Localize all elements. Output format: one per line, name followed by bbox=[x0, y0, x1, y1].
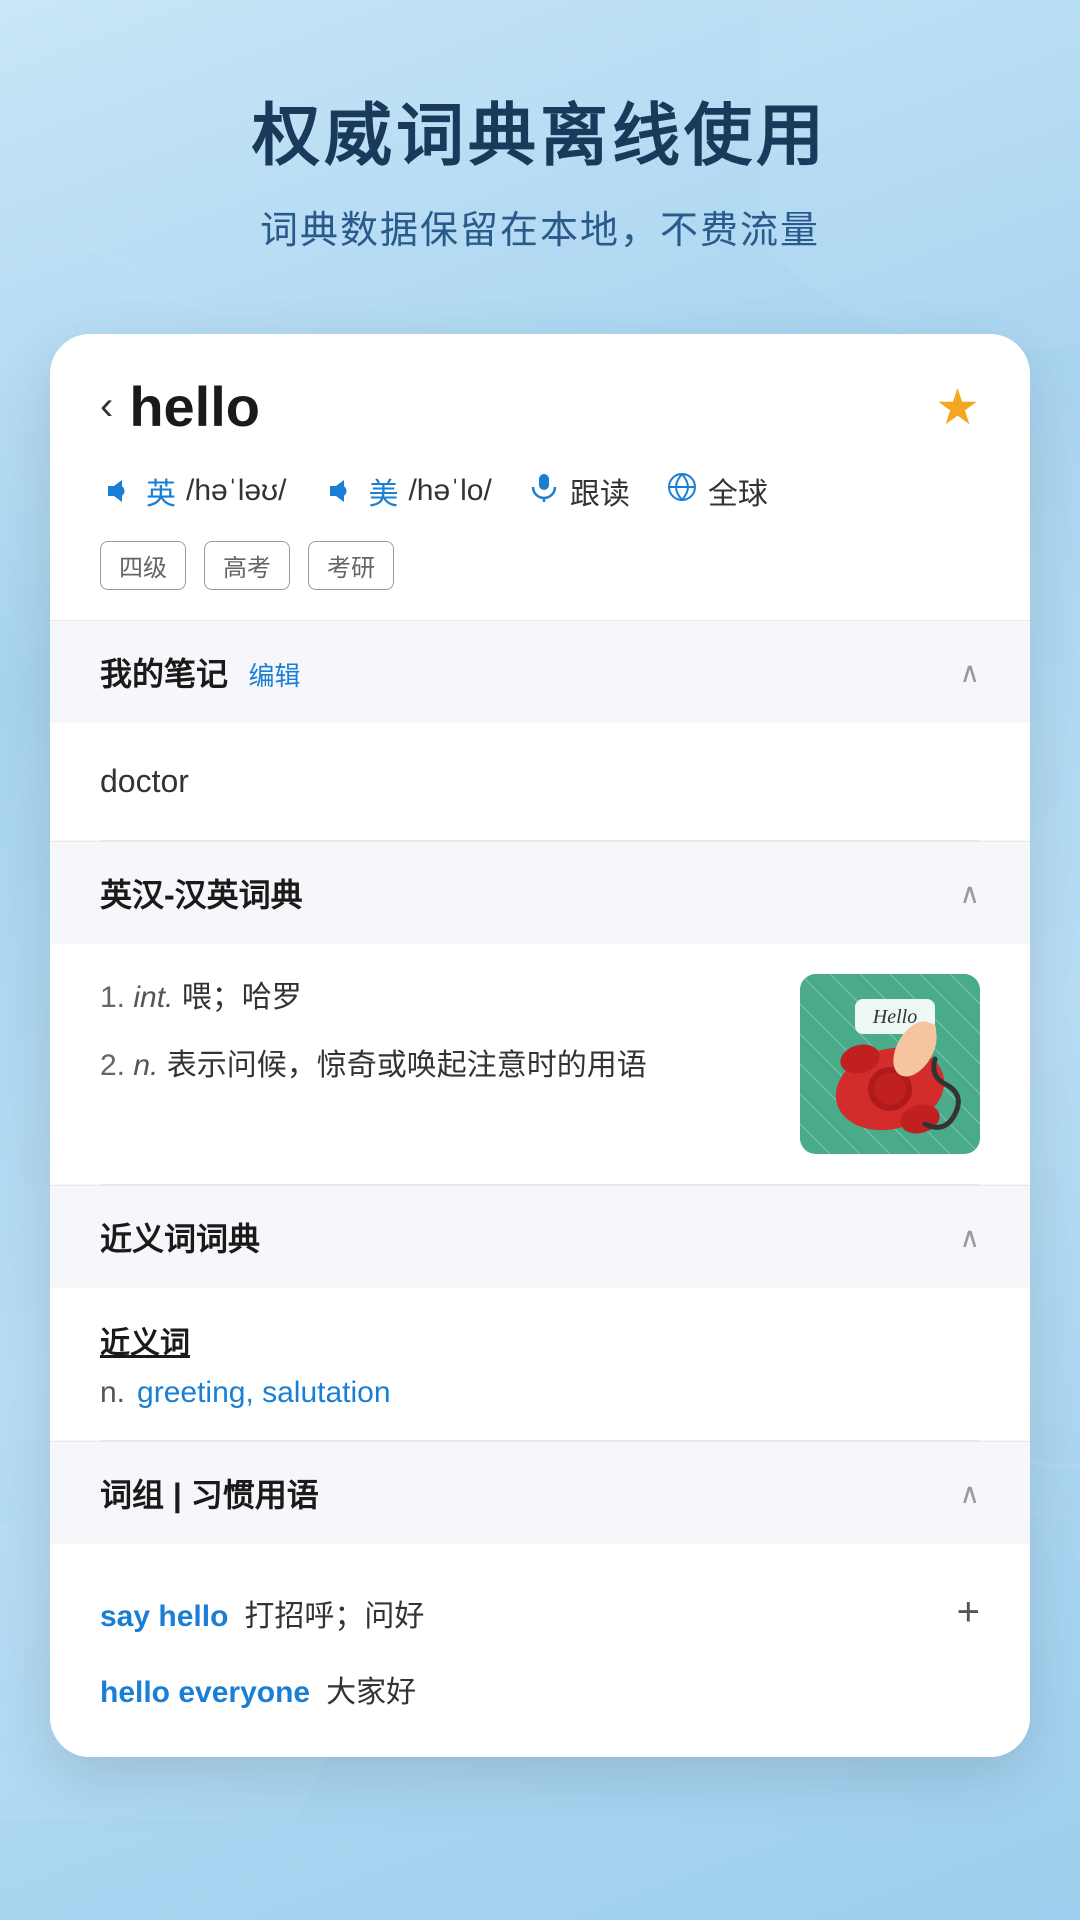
british-label: 英 bbox=[146, 469, 176, 513]
dictionary-image: Hello bbox=[800, 974, 980, 1154]
phrase-add-button-1[interactable]: + bbox=[957, 1590, 980, 1635]
notes-header-left: 我的笔记 编辑 bbox=[100, 649, 300, 695]
synonyms-title: 近义词词典 bbox=[100, 1214, 260, 1260]
notes-section-header[interactable]: 我的笔记 编辑 ∧ bbox=[50, 620, 1030, 723]
tags-row: 四级 高考 考研 bbox=[100, 541, 980, 590]
phrase-left-2: hello everyone 大家好 bbox=[100, 1667, 980, 1711]
synonyms-content: 近义词 n. greeting, salutation bbox=[50, 1288, 1030, 1440]
phrase-en-1[interactable]: say hello bbox=[100, 1600, 228, 1634]
dict-item-1: 1. int. 喂；哈罗 bbox=[100, 974, 770, 1022]
american-pronunciation[interactable]: 美 /həˈlo/ bbox=[322, 469, 491, 513]
header-section: 权威词典离线使用 词典数据保留在本地，不费流量 bbox=[0, 0, 1080, 314]
word-header: ‹ hello ★ 英 /həˈləʊ/ bbox=[50, 334, 1030, 620]
american-label: 美 bbox=[368, 469, 398, 513]
dictionary-title: 英汉-汉英词典 bbox=[100, 870, 303, 916]
phrase-cn-2: 大家好 bbox=[326, 1667, 416, 1711]
british-phonetic: /həˈləʊ/ bbox=[186, 474, 286, 508]
dict-num-1: 1. bbox=[100, 981, 133, 1014]
back-button[interactable]: ‹ bbox=[100, 384, 113, 429]
dictionary-section-header[interactable]: 英汉-汉英词典 ∧ bbox=[50, 841, 1030, 944]
notes-content: doctor bbox=[50, 723, 1030, 840]
notes-chevron-icon: ∧ bbox=[960, 656, 981, 689]
note-text: doctor bbox=[100, 753, 980, 810]
phrases-content: say hello 打招呼；问好 + hello everyone 大家好 bbox=[50, 1544, 1030, 1757]
phrase-item-1: say hello 打招呼；问好 + bbox=[100, 1574, 980, 1651]
american-phonetic: /həˈlo/ bbox=[408, 474, 491, 508]
dict-definitions: 1. int. 喂；哈罗 2. n. 表示问候，惊奇或唤起注意时的用语 bbox=[100, 974, 770, 1154]
synonyms-chevron-icon: ∧ bbox=[960, 1221, 981, 1254]
word-left: ‹ hello bbox=[100, 374, 260, 439]
global-icon bbox=[666, 471, 698, 511]
volume-icon bbox=[100, 473, 136, 509]
word-display: hello bbox=[129, 374, 260, 439]
microphone-icon bbox=[528, 471, 560, 511]
global-label: 全球 bbox=[708, 469, 768, 513]
main-title: 权威词典离线使用 bbox=[40, 80, 1040, 179]
dict-num-2: 2. bbox=[100, 1049, 133, 1082]
phrase-en-2[interactable]: hello everyone bbox=[100, 1676, 310, 1710]
synonym-row: n. greeting, salutation bbox=[100, 1376, 980, 1410]
tag-postgrad: 考研 bbox=[308, 541, 394, 590]
phrases-section-header[interactable]: 词组 | 习惯用语 ∧ bbox=[50, 1441, 1030, 1544]
tag-gaokao: 高考 bbox=[204, 541, 290, 590]
dict-item-2: 2. n. 表示问候，惊奇或唤起注意时的用语 bbox=[100, 1042, 770, 1090]
phrase-item-2: hello everyone 大家好 bbox=[100, 1651, 980, 1727]
notes-edit-label[interactable]: 编辑 bbox=[248, 661, 300, 691]
volume-icon-2 bbox=[322, 473, 358, 509]
sub-title: 词典数据保留在本地，不费流量 bbox=[40, 199, 1040, 254]
phrases-title: 词组 | 习惯用语 bbox=[100, 1470, 319, 1516]
phrase-cn-1: 打招呼；问好 bbox=[244, 1591, 424, 1635]
pronunciation-row: 英 /həˈləʊ/ 美 /həˈlo/ bbox=[100, 469, 980, 513]
dictionary-content: 1. int. 喂；哈罗 2. n. 表示问候，惊奇或唤起注意时的用语 bbox=[50, 944, 1030, 1184]
synonym-label: 近义词 bbox=[100, 1318, 980, 1362]
follow-read-label: 跟读 bbox=[570, 469, 630, 513]
follow-read-button[interactable]: 跟读 bbox=[528, 469, 630, 513]
synonym-words: greeting, salutation bbox=[137, 1376, 391, 1410]
synonyms-section-header[interactable]: 近义词词典 ∧ bbox=[50, 1185, 1030, 1288]
svg-text:Hello: Hello bbox=[872, 1006, 917, 1028]
dict-pos-2: n. bbox=[133, 1049, 166, 1082]
dict-def-1: 喂；哈罗 bbox=[182, 981, 302, 1014]
british-pronunciation[interactable]: 英 /həˈləʊ/ bbox=[100, 469, 286, 513]
favorite-star-icon[interactable]: ★ bbox=[935, 378, 980, 436]
global-button[interactable]: 全球 bbox=[666, 469, 768, 513]
dict-pos-1: int. bbox=[133, 981, 181, 1014]
phrases-chevron-icon: ∧ bbox=[960, 1477, 981, 1510]
synonym-pos: n. bbox=[100, 1376, 125, 1410]
dict-def-2: 表示问候，惊奇或唤起注意时的用语 bbox=[167, 1049, 647, 1082]
word-row: ‹ hello ★ bbox=[100, 374, 980, 439]
dictionary-card: ‹ hello ★ 英 /həˈləʊ/ bbox=[50, 334, 1030, 1757]
notes-title: 我的笔记 bbox=[100, 656, 228, 692]
dictionary-chevron-icon: ∧ bbox=[960, 877, 981, 910]
phrase-left-1: say hello 打招呼；问好 bbox=[100, 1591, 957, 1635]
tag-cet4: 四级 bbox=[100, 541, 186, 590]
